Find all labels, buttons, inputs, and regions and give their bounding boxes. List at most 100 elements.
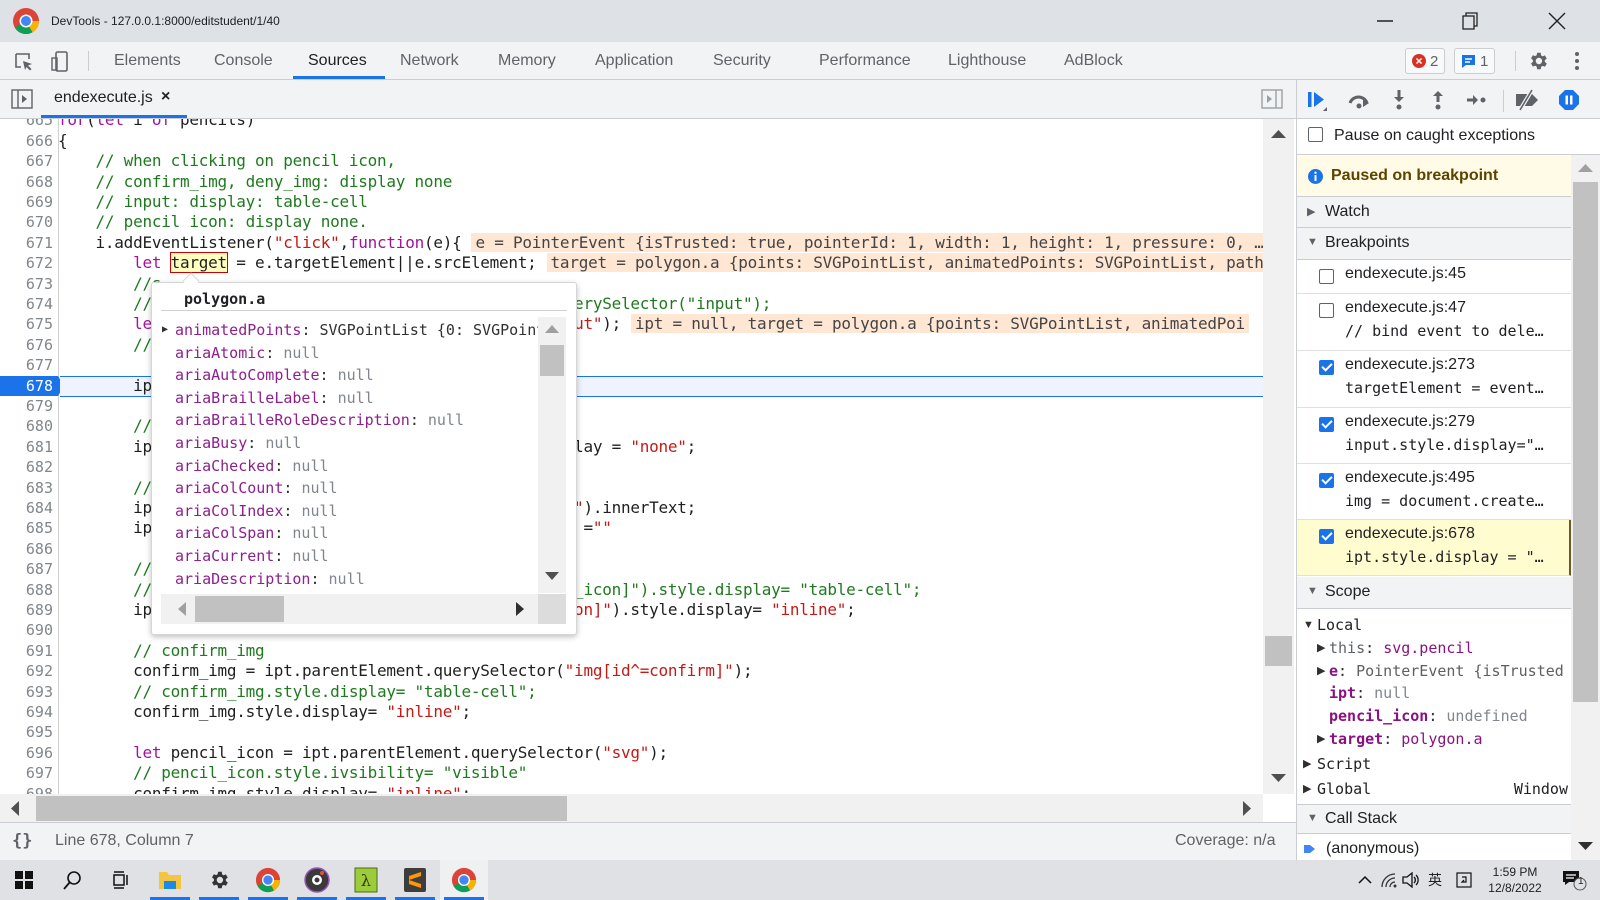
minimize-button[interactable] [1365,8,1405,34]
scope-global[interactable]: Global [1317,778,1371,800]
line-number[interactable]: 681 [0,437,53,457]
scope-local[interactable]: Local [1317,614,1362,636]
network-tray-icon[interactable] [1378,860,1400,900]
line-number[interactable]: 689 [0,600,53,620]
tab-network[interactable]: Network [400,42,459,79]
line-number[interactable]: 694 [0,702,53,722]
scroll-right-icon[interactable] [515,602,525,616]
popover-property[interactable]: ariaBusy: null [175,432,535,454]
sidebar-scroll-thumb[interactable] [1573,182,1598,702]
breakpoint-item[interactable]: endexecute.js:279 input.style.display="… [1297,408,1572,464]
tab-elements[interactable]: Elements [114,42,181,79]
clock[interactable]: 1:59 PM 12/8/2022 [1480,860,1550,900]
scope-section-header[interactable]: ▼ Scope [1297,577,1572,609]
tab-lighthouse[interactable]: Lighthouse [948,42,1026,79]
messages-badge[interactable]: 1 [1454,48,1496,74]
editor-horizontal-scrollbar[interactable] [0,794,1263,822]
scroll-up-icon[interactable] [545,324,559,334]
scope-script[interactable]: Script [1317,753,1371,775]
scope-variable[interactable]: target: polygon.a [1329,728,1483,750]
line-number[interactable]: 686 [0,539,53,559]
popover-property[interactable]: ariaColSpan: null [175,522,535,544]
line-number[interactable]: 695 [0,722,53,742]
step-over-button[interactable] [1346,88,1372,112]
line-number[interactable]: 693 [0,682,53,702]
pause-caught-checkbox[interactable] [1308,127,1323,142]
line-number[interactable]: 673 [0,274,53,294]
step-button[interactable] [1464,88,1490,112]
settings-gear-icon[interactable] [1527,50,1549,72]
line-number[interactable]: 669 [0,192,53,212]
scroll-up-icon[interactable] [1578,163,1593,173]
line-number[interactable]: 672 [0,253,53,273]
start-button[interactable] [0,860,48,900]
line-number[interactable]: 670 [0,212,53,232]
deactivate-breakpoints-button[interactable] [1514,88,1540,112]
line-number[interactable]: 671 [0,233,53,253]
popover-property[interactable]: ariaColCount: null [175,477,535,499]
tab-performance[interactable]: Performance [819,42,911,79]
breakpoint-checkbox[interactable] [1319,269,1334,284]
popover-scroll-thumb[interactable] [540,345,564,376]
breakpoint-line-number[interactable]: 678 [0,375,64,396]
line-number[interactable]: 683 [0,478,53,498]
restore-button[interactable] [1450,8,1490,34]
line-number[interactable]: 665 [0,119,53,131]
scroll-down-icon[interactable] [1578,841,1593,851]
errors-badge[interactable]: 2 [1405,48,1446,74]
editor-vertical-scrollbar[interactable] [1263,119,1294,794]
sidebar-scrollbar[interactable] [1571,155,1600,860]
breakpoint-checkbox[interactable] [1319,417,1334,432]
expand-triangle-icon[interactable]: ▶ [1317,732,1325,745]
line-number[interactable]: 697 [0,763,53,783]
breakpoint-item[interactable]: endexecute.js:678 ipt.style.display = "… [1297,520,1572,576]
pretty-print-icon[interactable]: {} [12,831,32,851]
taskbar-chrome-active[interactable] [440,860,488,900]
taskbar-obs[interactable] [293,860,341,900]
watch-section-header[interactable]: ▶ Watch [1297,197,1572,228]
file-tab-endexecute[interactable]: endexecute.js × [41,80,187,118]
popover-property[interactable]: ariaDescription: null [175,568,535,590]
popover-horizontal-scrollbar[interactable] [161,594,538,624]
show-hidden-icons-button[interactable] [1355,860,1375,900]
breakpoint-item[interactable]: endexecute.js:273 targetElement = event… [1297,351,1572,408]
line-number[interactable]: 675 [0,314,53,334]
taskbar-sublime-text[interactable] [391,860,439,900]
breakpoint-checkbox[interactable] [1319,303,1334,318]
step-into-button[interactable] [1386,88,1412,112]
tab-adblock[interactable]: AdBlock [1064,42,1123,79]
popover-property[interactable]: ariaAutoComplete: null [175,364,535,386]
breakpoint-checkbox[interactable] [1319,360,1334,375]
line-number[interactable]: 668 [0,172,53,192]
line-gutter[interactable]: 665 666 667 668 669 670 671 672 673 674 675 676 677 6… [0,119,64,794]
line-number[interactable]: 680 [0,416,53,436]
taskbar-file-explorer[interactable] [146,860,194,900]
line-number[interactable]: 691 [0,641,53,661]
search-button[interactable] [48,860,96,900]
line-number[interactable]: 667 [0,151,53,171]
tab-application[interactable]: Application [595,42,673,79]
inspect-element-icon[interactable] [13,51,35,73]
popover-vertical-scrollbar[interactable] [538,317,566,593]
line-number[interactable]: 684 [0,498,53,518]
breakpoint-checkbox[interactable] [1319,473,1334,488]
expand-triangle-icon[interactable]: ▶ [1317,641,1325,654]
line-number[interactable]: 679 [0,396,53,416]
more-options-icon[interactable] [1572,51,1582,71]
tab-sources[interactable]: Sources [308,42,367,79]
editor-hscroll-thumb[interactable] [36,796,567,821]
toggle-debugger-icon[interactable] [1261,89,1283,109]
variable-preview-popover[interactable]: polygon.a ▶ animatedPoints: SVGPointList … [151,282,577,635]
breakpoints-section-header[interactable]: ▼ Breakpoints [1297,228,1572,260]
scroll-left-icon[interactable] [177,602,187,616]
callstack-section-header[interactable]: ▼ Call Stack [1297,804,1572,834]
scope-variable[interactable]: this: svg.pencil [1329,637,1474,659]
line-number[interactable]: 682 [0,457,53,477]
editor-vscroll-thumb[interactable] [1265,636,1292,666]
line-number[interactable]: 696 [0,743,53,763]
line-number[interactable]: 666 [0,131,53,151]
popover-property[interactable]: ariaBrailleLabel: null [175,387,535,409]
breakpoint-item[interactable]: endexecute.js:495 img = document.create… [1297,464,1572,520]
task-view-button[interactable] [96,860,144,900]
pause-on-exceptions-button[interactable] [1556,88,1582,112]
